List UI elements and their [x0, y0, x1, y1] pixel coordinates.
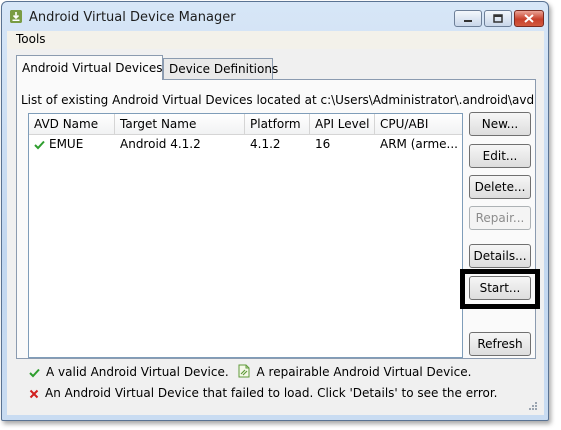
- menu-tools[interactable]: Tools: [16, 32, 46, 46]
- close-button[interactable]: [514, 10, 544, 27]
- delete-button[interactable]: Delete...: [469, 175, 531, 199]
- column-header-cpu-abi[interactable]: CPU/ABI: [375, 114, 462, 134]
- platform-cell: 4.1.2: [250, 137, 281, 151]
- table-row[interactable]: EMUE Android 4.1.2 4.1.2 16 ARM (arme...: [29, 135, 462, 153]
- column-header-target-name[interactable]: Target Name: [115, 114, 245, 134]
- resize-grip-icon[interactable]: [528, 401, 538, 411]
- legend-repairable-text: A repairable Android Virtual Device.: [256, 365, 472, 379]
- title-bar[interactable]: Android Virtual Device Manager: [2, 2, 548, 32]
- cpu-abi-cell: ARM (arme...: [380, 137, 458, 151]
- error-x-icon: [29, 389, 39, 399]
- tab-android-virtual-devices[interactable]: Android Virtual Devices: [16, 55, 163, 80]
- new-button[interactable]: New...: [469, 112, 531, 136]
- api-level-cell: 16: [315, 137, 331, 151]
- menu-bar: Tools: [7, 31, 544, 49]
- repairable-icon: [238, 364, 249, 378]
- minimize-button[interactable]: [454, 10, 482, 27]
- refresh-button[interactable]: Refresh: [469, 332, 531, 356]
- target-name-cell: Android 4.1.2: [120, 137, 201, 151]
- edit-button[interactable]: Edit...: [469, 144, 531, 168]
- legend-valid-repairable: A valid Android Virtual Device. A repair…: [29, 364, 471, 379]
- table-header: AVD Name Target Name Platform API Level …: [29, 114, 462, 135]
- window-title: Android Virtual Device Manager: [29, 10, 236, 25]
- client-area: Android Virtual Devices Device Definitio…: [7, 49, 544, 415]
- repair-button[interactable]: Repair...: [469, 206, 531, 230]
- start-button-highlight: [460, 269, 540, 309]
- android-download-icon: [10, 10, 22, 23]
- column-header-avd-name[interactable]: AVD Name: [29, 114, 115, 134]
- details-button[interactable]: Details...: [469, 244, 531, 268]
- tab-device-definitions[interactable]: Device Definitions: [163, 58, 278, 80]
- legend-failed-text: An Android Virtual Device that failed to…: [45, 386, 498, 400]
- avd-table[interactable]: AVD Name Target Name Platform API Level …: [28, 113, 463, 358]
- avd-location-description: List of existing Android Virtual Devices…: [21, 93, 535, 107]
- legend-failed: An Android Virtual Device that failed to…: [29, 386, 497, 400]
- column-header-api-level[interactable]: API Level: [310, 114, 375, 134]
- avd-name-text: EMUE: [49, 137, 84, 151]
- maximize-icon: [493, 14, 503, 23]
- close-icon: [524, 14, 534, 23]
- avd-manager-window: Android Virtual Device Manager Tools And…: [1, 1, 549, 421]
- column-header-platform[interactable]: Platform: [245, 114, 310, 134]
- maximize-button[interactable]: [484, 10, 512, 27]
- minimize-icon: [464, 19, 472, 22]
- check-icon: [34, 140, 45, 150]
- check-icon: [29, 368, 40, 378]
- legend-valid-text: A valid Android Virtual Device.: [46, 365, 229, 379]
- avd-name-cell: EMUE: [29, 135, 115, 153]
